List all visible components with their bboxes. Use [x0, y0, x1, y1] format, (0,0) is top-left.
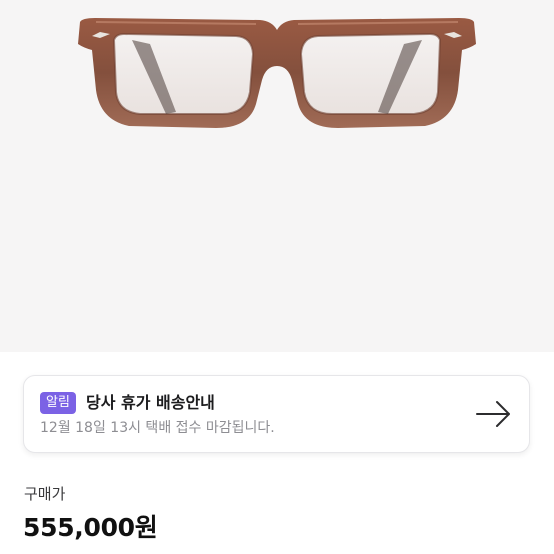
price-value: 555,000원	[23, 513, 158, 542]
product-image-area	[0, 0, 554, 352]
notice-badge: 알림	[40, 392, 76, 414]
product-page: 알림 당사 휴가 배송안내 12월 18일 13시 택배 접수 마감됩니다. 구…	[0, 0, 554, 554]
arrow-right-icon[interactable]	[475, 398, 513, 430]
eyeglasses-image	[78, 18, 476, 128]
notice-title: 당사 휴가 배송안내	[86, 393, 215, 412]
shipping-notice-card[interactable]: 알림 당사 휴가 배송안내 12월 18일 13시 택배 접수 마감됩니다.	[23, 375, 530, 453]
notice-description: 12월 18일 13시 택배 접수 마감됩니다.	[40, 420, 275, 436]
price-label: 구매가	[24, 485, 66, 503]
